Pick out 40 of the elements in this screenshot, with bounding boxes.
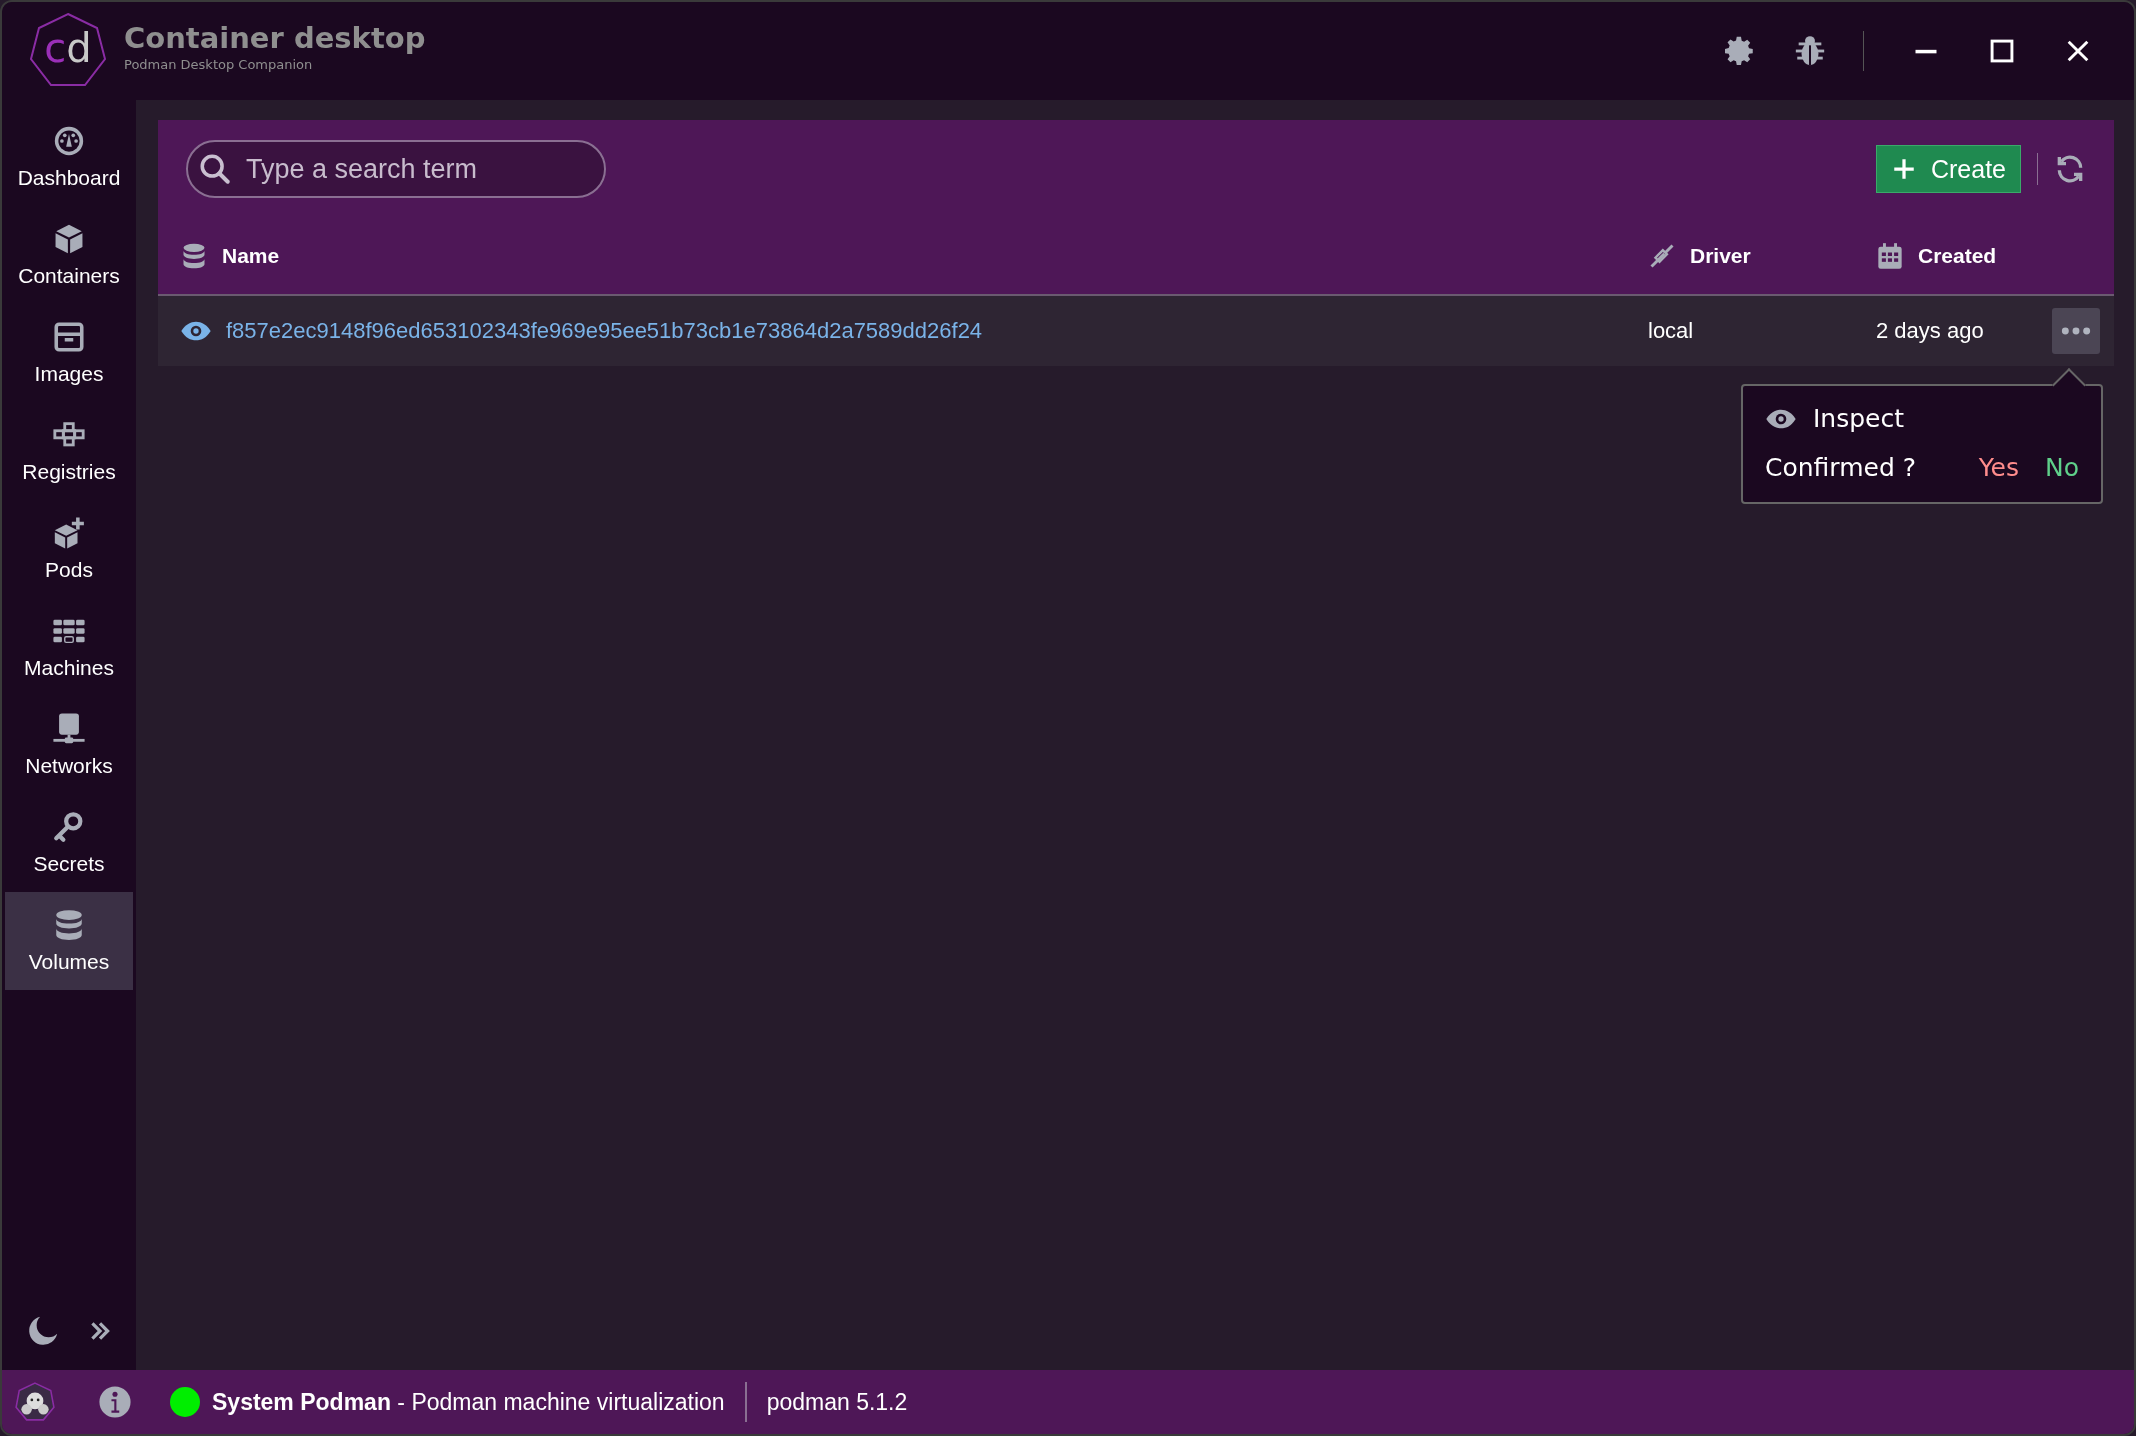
- more-button[interactable]: [2052, 308, 2100, 354]
- sidebar-item[interactable]: Containers: [5, 206, 133, 304]
- seal-logo-icon: [14, 1381, 56, 1423]
- box-icon: [52, 320, 86, 354]
- column-header: Driver: [1690, 244, 1751, 268]
- search-icon: [198, 152, 232, 186]
- calendar-icon: [1876, 242, 1904, 270]
- app-subtitle: Podman Desktop Companion: [124, 56, 314, 72]
- network-icon: [52, 712, 86, 746]
- sidebar-item[interactable]: Dashboard: [5, 108, 133, 206]
- screwdriver-icon: [1648, 242, 1676, 270]
- connection-status: System Podman - Podman machine virtualization: [212, 1388, 725, 1416]
- bug-icon[interactable]: [1793, 34, 1827, 68]
- sidebar-item[interactable]: Images: [5, 304, 133, 402]
- eye-icon: [1765, 407, 1797, 430]
- info-icon[interactable]: [98, 1385, 132, 1419]
- column-header: Created: [1918, 244, 1997, 268]
- volume-name-link[interactable]: f857e2ec9148f96ed653102343fe969e95ee51b73cb1e73864d2a7589dd26f24: [226, 318, 983, 344]
- no-link[interactable]: No: [2045, 453, 2079, 482]
- sidebar-item[interactable]: Registries: [5, 402, 133, 500]
- dashboard-gauge-icon: [52, 124, 86, 158]
- sidebar-item[interactable]: Volumes: [5, 892, 133, 990]
- cube-plus-icon: [52, 516, 86, 550]
- eye-icon[interactable]: [180, 320, 212, 342]
- sidebar-item[interactable]: Secrets: [5, 794, 133, 892]
- table-cell-text: local: [1648, 318, 1695, 344]
- column-header: Name: [222, 244, 280, 268]
- version-label: podman 5.1.2: [766, 1388, 908, 1416]
- sidebar-item[interactable]: Machines: [5, 598, 133, 696]
- app-title: Container desktop: [124, 20, 426, 55]
- confirm-question: Confirmed ?: [1765, 453, 1916, 482]
- ellipsis-icon: [2060, 327, 2092, 335]
- search-field[interactable]: Type a search term: [186, 140, 606, 198]
- table-cell-text: 2 days ago: [1876, 318, 1985, 344]
- yes-link[interactable]: Yes: [1978, 453, 2019, 482]
- sidebar-item[interactable]: Networks: [5, 696, 133, 794]
- sidebar-item[interactable]: Pods: [5, 500, 133, 598]
- maximize-icon[interactable]: [1988, 37, 2016, 65]
- create-button[interactable]: Create: [1875, 145, 2021, 193]
- inspect-menu-item[interactable]: Inspect: [1813, 404, 1905, 433]
